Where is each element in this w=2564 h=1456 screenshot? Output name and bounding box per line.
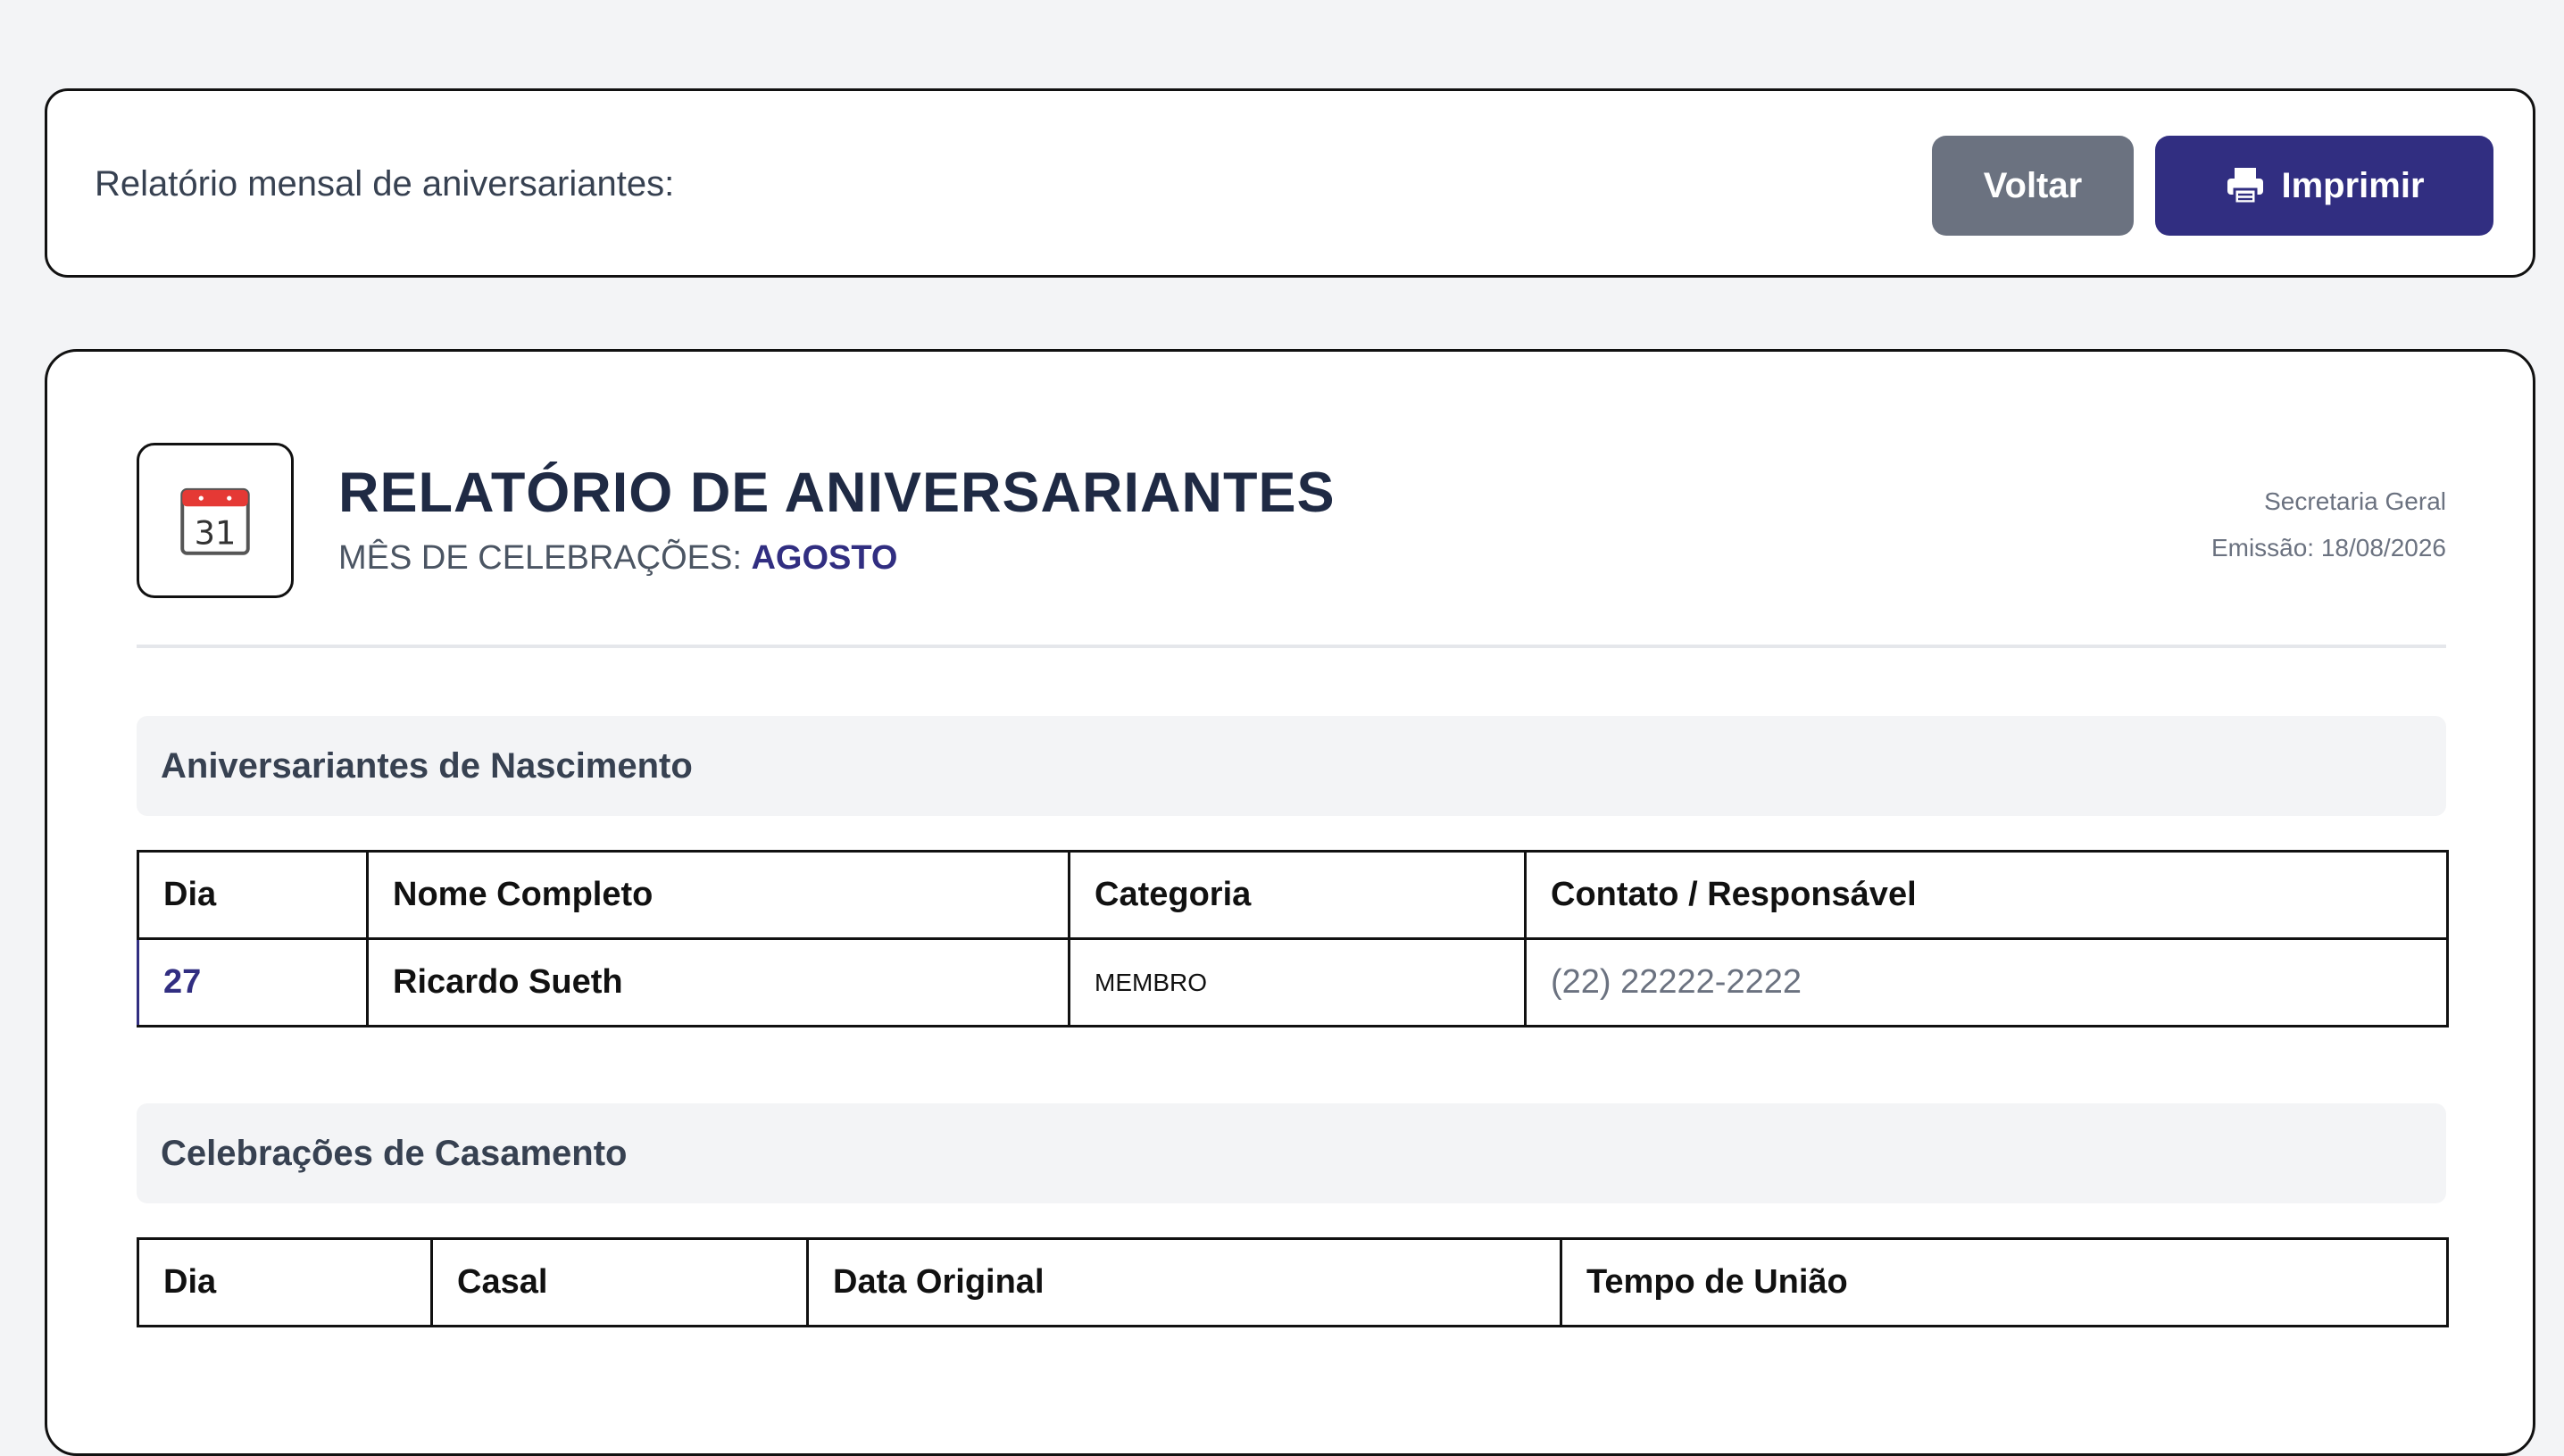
calendar-badge: 31 [137, 443, 294, 598]
calendar-day: 31 [195, 513, 237, 552]
report-meta: Secretaria Geral Emissão: 18/08/2026 [2211, 478, 2446, 571]
column-header: Data Original [806, 1237, 1562, 1327]
header-divider [137, 645, 2446, 648]
issue-date: Emissão: 18/08/2026 [2210, 534, 2446, 562]
column-header: Tempo de União [1560, 1237, 2449, 1327]
report-card: 31 RELATÓRIO DE ANIVERSARIANTES MÊS DE C… [45, 349, 2535, 1456]
births-header-row: Dia Nome Completo Categoria Contato / Re… [137, 850, 2449, 940]
action-bar-subtitle: Relatório mensal de aniversariantes: [95, 164, 675, 204]
column-header: Casal [430, 1237, 809, 1327]
weddings-section-heading: Celebrações de Casamento [137, 1103, 2446, 1203]
column-header: Nome Completo [366, 850, 1070, 940]
table-row: 27 Ricardo Sueth MEMBRO (22) 22222-2222 [137, 937, 2449, 1028]
action-bar: Relatório mensal de aniversariantes: Vol… [45, 88, 2535, 278]
report-month: MÊS DE CELEBRAÇÕES: AGOSTO [338, 539, 897, 578]
report-title: RELATÓRIO DE ANIVERSARIANTES [338, 462, 1336, 524]
print-button[interactable]: Imprimir [2155, 136, 2493, 236]
weddings-table: Dia Casal Data Original Tempo de União [137, 1237, 2449, 1327]
column-header: Categoria [1068, 850, 1527, 940]
day-cell: 27 [137, 937, 369, 1028]
calendar-icon: 31 [180, 487, 250, 555]
weddings-header-row: Dia Casal Data Original Tempo de União [137, 1237, 2449, 1327]
name-cell: Ricardo Sueth [366, 937, 1070, 1028]
month-value: AGOSTO [751, 539, 898, 577]
column-header: Contato / Responsável [1524, 850, 2449, 940]
category-cell: MEMBRO [1068, 937, 1527, 1028]
print-button-label: Imprimir [2281, 165, 2425, 205]
back-button[interactable]: Voltar [1932, 136, 2134, 236]
org-name: Secretaria Geral [2264, 487, 2446, 515]
month-prefix: MÊS DE CELEBRAÇÕES: [338, 539, 742, 577]
printer-icon [2227, 168, 2264, 205]
contact-cell: (22) 22222-2222 [1524, 937, 2449, 1028]
births-section-heading: Aniversariantes de Nascimento [137, 716, 2446, 816]
births-table: Dia Nome Completo Categoria Contato / Re… [137, 850, 2449, 1028]
column-header: Dia [137, 1237, 433, 1327]
column-header: Dia [137, 850, 369, 940]
